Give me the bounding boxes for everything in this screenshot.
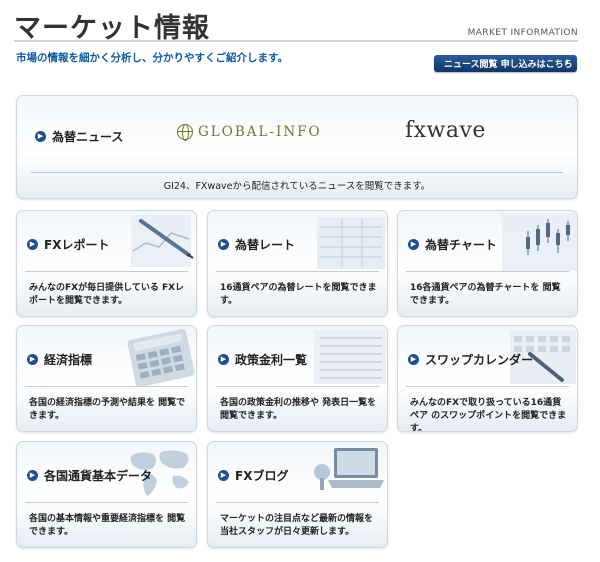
card-fx-report[interactable]: ▶ FXレポート みんなのFXが毎日提供している FXレポートを閲覧できます。 [16, 210, 197, 317]
forex-news-link[interactable]: ▶ 為替ニュース [35, 128, 123, 145]
card-desc: 16各通貨ペアの為替チャートを 閲覧できます。 [410, 283, 561, 306]
card-economic-indicators[interactable]: ▶ 経済指標 各国の経済指標の予測や結果を 閲覧できます。 [16, 325, 197, 432]
global-info-logo-text: GLOBAL-INFO [198, 124, 322, 140]
chevron-right-icon: › [564, 57, 569, 68]
fx-report-link[interactable]: ▶ FXレポート [27, 236, 109, 253]
forex-news-label: 為替ニュース [52, 130, 124, 144]
divider [216, 271, 379, 272]
card-swap-calendar[interactable]: ▶ スワップカレンダー みんなのFXで取り扱っている16通貨ペア のスワップポイ… [397, 325, 578, 432]
card-policy-rates[interactable]: ▶ 政策金利一覧 各国の政策金利の推移や 発表日一覧を閲覧できます。 [207, 325, 388, 432]
news-apply-label: ニュース閲覧 申し込みはこちら [444, 60, 573, 70]
card-label: 各国通貨基本データ [44, 469, 153, 483]
fxwave-logo: fxwave [405, 118, 486, 143]
arrow-right-icon: ▶ [408, 354, 419, 365]
arrow-right-icon: ▶ [218, 239, 229, 250]
globe-icon [177, 124, 193, 141]
page-subtitle: MARKET INFORMATION [467, 28, 578, 38]
fx-rate-link[interactable]: ▶ 為替レート [218, 236, 295, 253]
calculator-image [127, 329, 195, 387]
arrow-right-icon: ▶ [27, 239, 38, 250]
card-label: 経済指標 [44, 353, 93, 367]
lead-text: 市場の情報を細かく分析し、分かりやすくご紹介します。 [16, 52, 288, 64]
card-desc: 各国の経済指標の予測や結果を 閲覧できます。 [29, 398, 186, 421]
arrow-right-icon: ▶ [35, 131, 46, 142]
divider [216, 502, 379, 503]
rate-table-image [317, 217, 385, 269]
arrow-right-icon: ▶ [218, 470, 229, 481]
arrow-right-icon: ▶ [218, 354, 229, 365]
card-fx-chart[interactable]: ▶ 為替チャート 16各通貨ペアの為替チャートを 閲覧できます。 [397, 210, 578, 317]
divider [25, 386, 188, 387]
card-label: 為替レート [235, 238, 296, 252]
card-desc: 各国の政策金利の推移や 発表日一覧を閲覧できます。 [220, 398, 377, 421]
card-label: スワップカレンダー [425, 353, 534, 367]
card-desc: 16通貨ペアの為替レートを閲覧できます。 [220, 283, 377, 306]
divider [216, 386, 379, 387]
fx-blog-link[interactable]: ▶ FXブログ [218, 467, 288, 484]
card-currency-basic-data[interactable]: ▶ 各国通貨基本データ 各国の基本情報や重要経済指標を 閲覧できます。 [16, 441, 197, 548]
card-desc: マーケットの注目点など最新の情報を 当社スタッフが日々更新します。 [220, 514, 374, 537]
economic-indicators-link[interactable]: ▶ 経済指標 [27, 351, 92, 368]
arrow-right-icon: ▶ [27, 470, 38, 481]
card-fx-blog[interactable]: ▶ FXブログ マーケットの注目点など最新の情報を 当社スタッフが日々更新します… [207, 441, 388, 548]
title-divider [14, 40, 578, 42]
swap-calendar-link[interactable]: ▶ スワップカレンダー [408, 351, 533, 368]
card-label: FXブログ [235, 469, 289, 483]
divider [406, 271, 569, 272]
card-label: FXレポート [44, 238, 110, 252]
arrow-right-icon: ▶ [27, 354, 38, 365]
divider [31, 172, 563, 173]
laptop-image [314, 448, 384, 490]
divider [406, 386, 569, 387]
card-label: 政策金利一覧 [235, 353, 308, 367]
divider [25, 271, 188, 272]
currency-basic-data-link[interactable]: ▶ 各国通貨基本データ [27, 467, 152, 484]
divider [25, 502, 188, 503]
news-apply-button[interactable]: ニュース閲覧 申し込みはこちら › [434, 55, 577, 72]
card-desc: みんなのFXで取り扱っている16通貨ペア のスワップポイントを閲覧できます。 [410, 398, 567, 432]
pen-on-chart-image [131, 215, 194, 267]
card-desc: 各国の基本情報や重要経済指標を 閲覧できます。 [29, 514, 186, 537]
global-info-logo: GLOBAL-INFO [177, 124, 322, 141]
policy-rates-link[interactable]: ▶ 政策金利一覧 [218, 351, 307, 368]
fx-chart-link[interactable]: ▶ 為替チャート [408, 236, 497, 253]
card-desc: みんなのFXが毎日提供している FXレポートを閲覧できます。 [29, 283, 185, 306]
forex-news-desc: GI24、FXwaveから配信されているニュースを閲覧できます。 [163, 181, 431, 192]
card-fx-rate[interactable]: ▶ 為替レート 16通貨ペアの為替レートを閲覧できます。 [207, 210, 388, 317]
forex-news-panel[interactable]: ▶ 為替ニュース GLOBAL-INFO fxwave GI24、FXwaveか… [16, 95, 578, 199]
card-label: 為替チャート [425, 238, 497, 252]
arrow-right-icon: ▶ [408, 239, 419, 250]
